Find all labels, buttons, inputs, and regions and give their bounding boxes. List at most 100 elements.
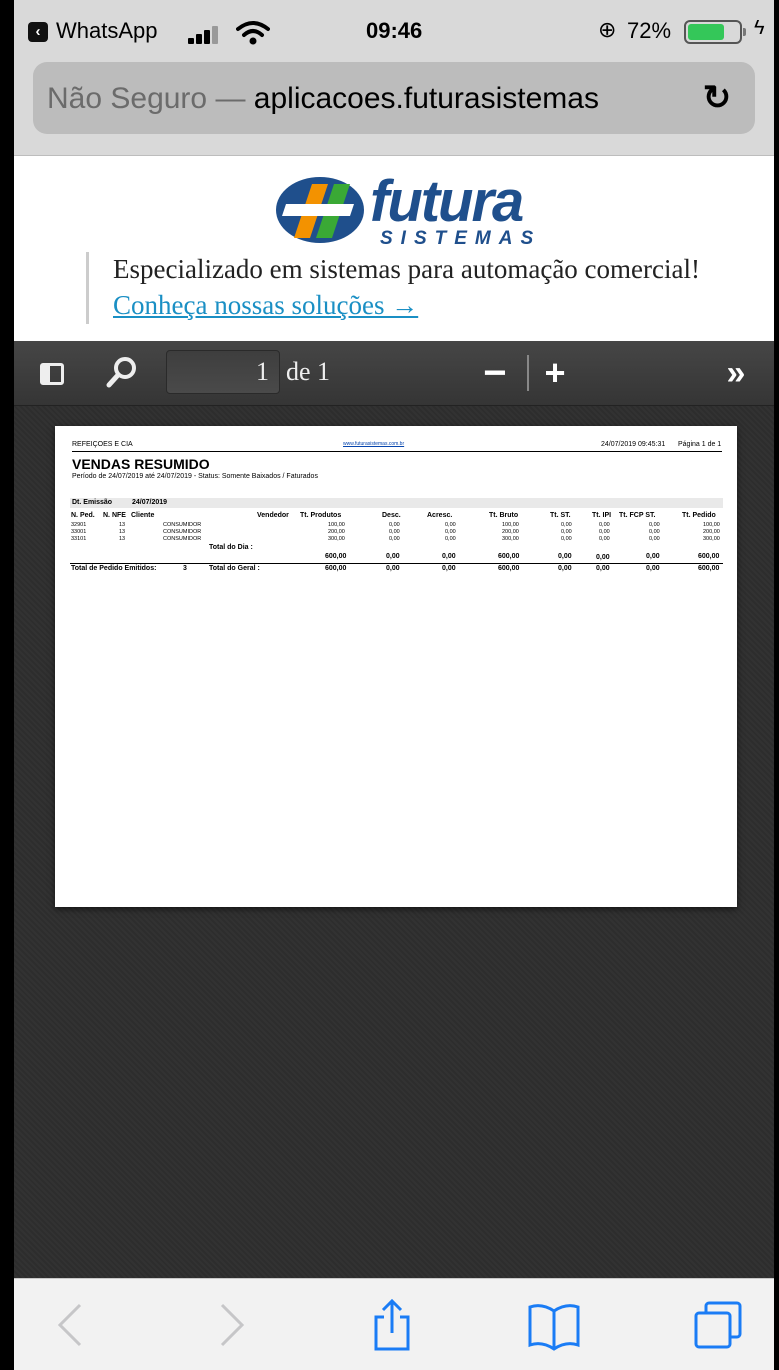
zoom-in-icon[interactable]: + xyxy=(540,351,570,395)
back-to-app-icon[interactable]: ‹ xyxy=(28,22,48,42)
cell-tt-fcp-st: 0,00 xyxy=(649,529,660,535)
cell-tt-bruto: 100,00 xyxy=(502,522,519,528)
cell-tt-pedido: 100,00 xyxy=(703,522,720,528)
status-bar: ‹ WhatsApp 09:46 ⊕ 72% ϟ xyxy=(14,0,774,62)
report-page-label: Página 1 de 1 xyxy=(678,441,722,448)
cell-n-ped: 33001 xyxy=(71,529,87,535)
cell-tt-ipi: 0,00 xyxy=(599,529,610,535)
charging-icon: ϟ xyxy=(754,17,765,39)
cell-cliente: CONSUMIDOR xyxy=(163,522,202,528)
cell-acresc: 0,00 xyxy=(445,529,456,535)
forward-icon[interactable] xyxy=(202,1299,258,1351)
address-bar[interactable]: Não Seguro — aplicacoes.futurasistemas ↻ xyxy=(33,62,755,134)
grand-total-tt-produtos: 600,00 xyxy=(325,565,347,572)
bottom-toolbar xyxy=(14,1278,774,1370)
cell-desc: 0,00 xyxy=(389,536,400,542)
col-tt-pedido: Tt. Pedido xyxy=(682,512,716,519)
day-total-desc: 0,00 xyxy=(386,553,400,560)
cell-cliente: CONSUMIDOR xyxy=(163,536,202,542)
day-total-tt-fcp-st: 0,00 xyxy=(646,553,660,560)
banner-quote: Especializado em sistemas para automação… xyxy=(86,252,746,324)
cell-tt-st: 0,00 xyxy=(561,536,572,542)
battery-fill xyxy=(688,24,724,40)
day-total-acresc: 0,00 xyxy=(442,553,456,560)
cell-tt-pedido: 200,00 xyxy=(703,529,720,535)
cell-n-ped: 33101 xyxy=(71,536,87,542)
solutions-link[interactable]: Conheça nossas soluções → xyxy=(113,286,746,324)
col-vendedor: Vendedor xyxy=(257,512,289,519)
cellular-signal-icon xyxy=(188,24,228,44)
report-period: Período de 24/07/2019 até 24/07/2019 - S… xyxy=(72,473,318,480)
cell-tt-produtos: 100,00 xyxy=(328,522,345,528)
pdf-viewer[interactable]: REFEIÇOES E CIA www.futurasistemas.com.b… xyxy=(14,406,774,1278)
battery-icon xyxy=(684,20,746,44)
grand-total-tt-pedido: 600,00 xyxy=(698,565,720,572)
grand-total-acresc: 0,00 xyxy=(442,565,456,572)
url-text[interactable]: Não Seguro — aplicacoes.futurasistemas xyxy=(47,79,687,119)
tabs-icon[interactable] xyxy=(690,1299,746,1351)
orders-emitted-label: Total de Pedido Emitidos: xyxy=(71,565,157,572)
page-number-input[interactable]: 1 xyxy=(166,350,280,394)
back-icon[interactable] xyxy=(44,1299,100,1351)
banner-tagline: Especializado em sistemas para automação… xyxy=(113,254,700,284)
sidebar-toggle-icon[interactable] xyxy=(40,363,64,385)
day-total-tt-bruto: 600,00 xyxy=(498,553,520,560)
header-rule xyxy=(72,451,722,452)
futura-logo-mark-icon xyxy=(276,177,364,243)
report-site-link[interactable]: www.futurasistemas.com.br xyxy=(343,441,404,447)
cell-tt-ipi: 0,00 xyxy=(599,522,610,528)
reload-icon[interactable]: ↻ xyxy=(697,76,737,120)
day-total-label: Total do Dia : xyxy=(209,544,253,551)
cell-n-nfe: 13 xyxy=(119,529,126,535)
top-chrome: ‹ WhatsApp 09:46 ⊕ 72% ϟ Não Seguro — ap… xyxy=(14,0,774,156)
cell-tt-bruto: 200,00 xyxy=(502,529,519,535)
col-desc: Desc. xyxy=(382,512,401,519)
report-title: VENDAS RESUMIDO xyxy=(72,456,210,472)
grand-total-tt-bruto: 600,00 xyxy=(498,565,520,572)
pdf-page: REFEIÇOES E CIA www.futurasistemas.com.b… xyxy=(55,426,737,907)
logo-wordmark: futura xyxy=(370,169,524,234)
back-to-app-label[interactable]: WhatsApp xyxy=(56,18,158,44)
clock: 09:46 xyxy=(366,18,423,43)
grand-total-label: Total do Geral : xyxy=(209,565,260,572)
emission-label: Dt. Emissão xyxy=(72,499,113,506)
col-n-nfe: N. NFE xyxy=(103,512,126,519)
cell-tt-fcp-st: 0,00 xyxy=(649,536,660,542)
zoom-divider xyxy=(527,355,529,391)
share-icon[interactable] xyxy=(364,1299,420,1351)
not-secure-label: Não Seguro — xyxy=(47,82,246,115)
page-count: de 1 xyxy=(286,357,331,386)
day-total-tt-st: 0,00 xyxy=(558,553,572,560)
url-host: aplicacoes.futurasistemas xyxy=(253,82,599,115)
grand-total-tt-fcp-st: 0,00 xyxy=(646,565,660,572)
col-tt-ipi: Tt. IPI xyxy=(592,512,612,519)
cell-tt-produtos: 300,00 xyxy=(328,536,345,542)
cell-acresc: 0,00 xyxy=(445,536,456,542)
day-total-tt-produtos: 600,00 xyxy=(325,553,347,560)
bookmarks-icon[interactable] xyxy=(526,1299,582,1351)
cell-n-ped: 32901 xyxy=(71,522,87,528)
emission-date: 24/07/2019 xyxy=(132,499,168,506)
cell-tt-pedido: 300,00 xyxy=(703,536,720,542)
search-icon[interactable] xyxy=(106,355,138,389)
zoom-out-icon[interactable]: − xyxy=(480,351,510,395)
more-tools-icon[interactable]: » xyxy=(718,351,754,395)
grand-total-desc: 0,00 xyxy=(386,565,400,572)
cell-n-nfe: 13 xyxy=(119,536,126,542)
emission-group-header: Dt. Emissão 24/07/2019 xyxy=(70,498,723,508)
cell-tt-st: 0,00 xyxy=(561,522,572,528)
grand-total-tt-st: 0,00 xyxy=(558,565,572,572)
rotation-lock-icon: ⊕ xyxy=(598,17,617,42)
cell-desc: 0,00 xyxy=(389,529,400,535)
battery-percent: 72% xyxy=(627,18,672,43)
cell-cliente: CONSUMIDOR xyxy=(163,529,202,535)
logo-subtitle: SISTEMAS xyxy=(380,228,542,249)
report-generated: 24/07/2019 09:45:31 xyxy=(601,441,666,448)
col-acresc: Acresc. xyxy=(427,512,453,519)
safari-screen: ‹ WhatsApp 09:46 ⊕ 72% ϟ Não Seguro — ap… xyxy=(14,0,774,1370)
day-total-tt-pedido: 600,00 xyxy=(698,553,720,560)
day-total-tt-ipi: 0,00 xyxy=(596,554,610,561)
futura-logo[interactable]: futura SISTEMAS xyxy=(272,168,533,250)
col-cliente: Cliente xyxy=(131,512,155,519)
col-tt-produtos: Tt. Produtos xyxy=(300,512,342,519)
